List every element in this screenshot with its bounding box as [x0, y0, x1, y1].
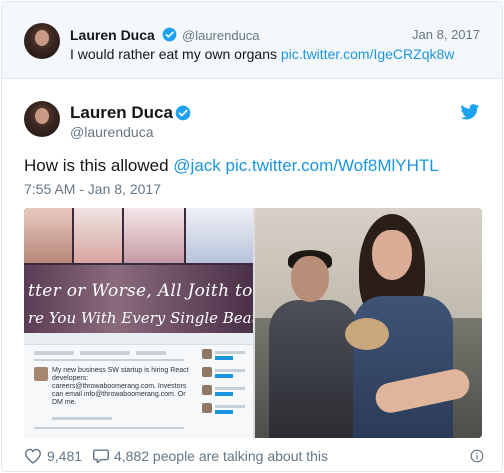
talking-about-count[interactable]: 4,882 people are talking about this [114, 448, 328, 464]
collage-caption-line1: tter or Worse, All Joith to Part, [28, 281, 253, 301]
verified-badge-icon [162, 27, 177, 42]
tweet-pic-link[interactable]: pic.twitter.com/Wof8MlYHTL [226, 156, 439, 175]
tweet-media[interactable]: tter or Worse, All Joith to Part, re You… [24, 208, 482, 438]
author-handle[interactable]: @laurenduca [70, 124, 154, 140]
quoted-tweet[interactable]: Lauren Duca @laurenduca Jan 8, 2017 I wo… [2, 2, 502, 79]
quoted-avatar[interactable] [24, 23, 60, 59]
tweet-text: How is this allowed @jack pic.twitter.co… [24, 156, 439, 176]
verified-badge-icon [175, 105, 191, 121]
screenshot-avatar [34, 367, 48, 381]
heart-icon[interactable] [24, 448, 42, 464]
like-count[interactable]: 9,481 [47, 448, 82, 464]
quoted-handle[interactable]: @laurenduca [182, 28, 260, 43]
quoted-date[interactable]: Jan 8, 2017 [412, 27, 480, 42]
quoted-author-name[interactable]: Lauren Duca [70, 27, 155, 43]
author-avatar[interactable] [24, 101, 60, 137]
collage-caption-line2: re You With Every Single Beat of my [28, 309, 253, 327]
tweet-footer: 9,481 4,882 people are talking about thi… [24, 446, 484, 466]
author-name[interactable]: Lauren Duca [70, 103, 173, 123]
profile-screenshot: My new business SW startup is hiring Rea… [24, 333, 253, 438]
screenshot-tweet-text: My new business SW startup is hiring Rea… [52, 367, 189, 406]
media-image-left[interactable]: tter or Worse, All Joith to Part, re You… [24, 208, 253, 438]
quoted-text-body: I would rather eat my own organs [70, 46, 277, 62]
quoted-text: I would rather eat my own organs pic.twi… [70, 46, 454, 62]
tweet-text-body: How is this allowed [24, 156, 169, 175]
twitter-bird-icon[interactable] [460, 104, 480, 120]
who-to-follow-panel [202, 349, 250, 435]
embedded-tweet-card: Lauren Duca @laurenduca Jan 8, 2017 I wo… [1, 1, 503, 472]
info-icon[interactable] [470, 449, 484, 463]
media-image-right[interactable] [255, 208, 482, 438]
mention-link[interactable]: @jack [173, 156, 221, 175]
collage-image: tter or Worse, All Joith to Part, re You… [24, 208, 253, 333]
reply-bubble-icon[interactable] [92, 448, 110, 464]
quoted-pic-link[interactable]: pic.twitter.com/IgeCRZqk8w [281, 46, 455, 62]
tweet-timestamp[interactable]: 7:55 AM - Jan 8, 2017 [24, 181, 161, 197]
